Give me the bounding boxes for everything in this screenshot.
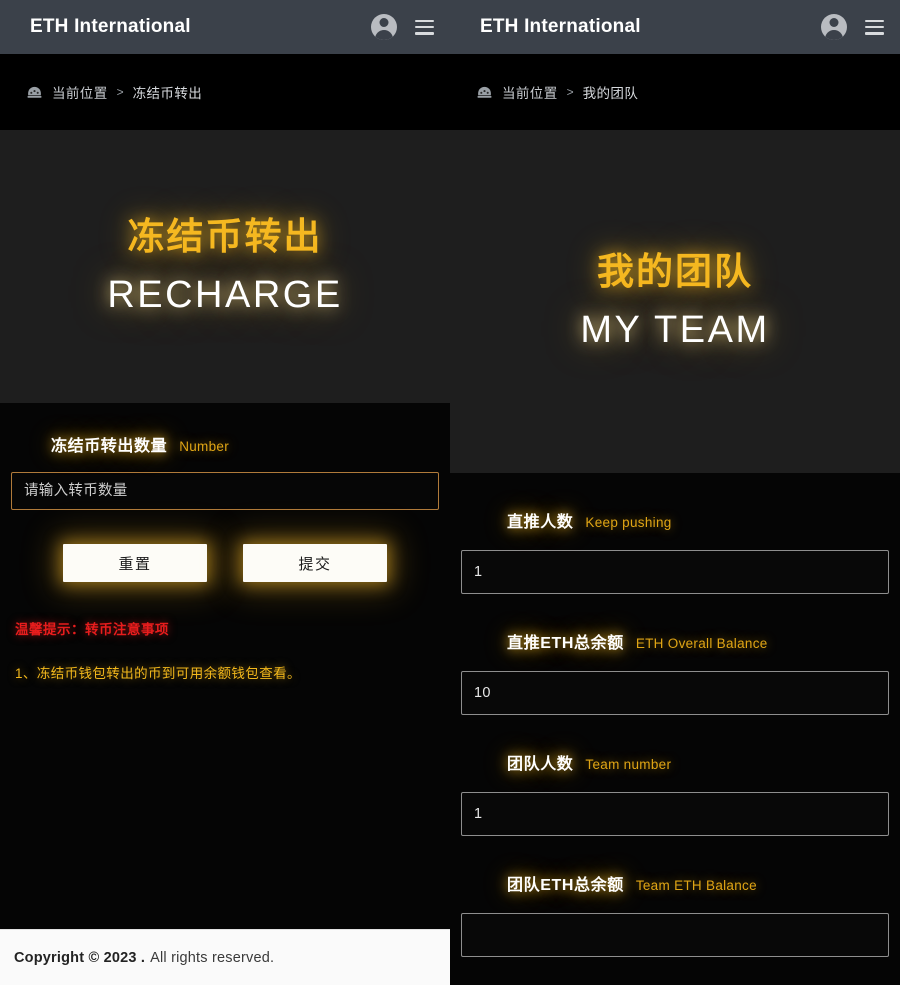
team-eth-balance-label-en: Team ETH Balance bbox=[635, 878, 757, 893]
breadcrumb-separator-right: > bbox=[566, 85, 574, 99]
page-footer: Copyright © 2023 . All rights reserved. bbox=[0, 929, 450, 985]
hero-banner-left: 冻结币转出 RECHARGE bbox=[0, 130, 450, 403]
hamburger-menu-icon[interactable] bbox=[415, 19, 434, 35]
user-avatar-icon[interactable] bbox=[371, 14, 397, 40]
direct-push-eth-balance-field: 直推ETH总余额 ETH Overall Balance bbox=[461, 594, 889, 715]
transfer-amount-input[interactable] bbox=[11, 472, 439, 510]
direct-push-count-input[interactable] bbox=[461, 550, 889, 594]
transfer-amount-label-en: Number bbox=[179, 439, 230, 454]
hero-title-en-left: RECHARGE bbox=[107, 273, 343, 316]
hero-title-cn-left: 冻结币转出 bbox=[127, 215, 323, 257]
team-eth-balance-input[interactable] bbox=[461, 913, 889, 957]
direct-push-count-field: 直推人数 Keep pushing bbox=[461, 473, 889, 594]
transfer-amount-field: 冻结币转出数量 Number bbox=[11, 403, 439, 510]
hero-title-cn-right: 我的团队 bbox=[597, 250, 753, 292]
notice-line-1: 1、冻结币钱包转出的币到可用余额钱包查看。 bbox=[15, 666, 301, 681]
my-team-form: 直推人数 Keep pushing 直推ETH总余额 ETH Overall B… bbox=[450, 473, 900, 957]
app-header-left: ETH International bbox=[0, 0, 450, 54]
direct-push-count-label: 直推人数 Keep pushing bbox=[461, 508, 889, 532]
team-member-count-label-cn: 团队人数 bbox=[507, 756, 574, 773]
hero-title-en-right: MY TEAM bbox=[580, 308, 770, 351]
team-member-count-label-en: Team number bbox=[585, 757, 672, 772]
breadcrumb-root-left[interactable]: 当前位置 bbox=[52, 82, 108, 102]
breadcrumb-left: 当前位置 > 冻结币转出 bbox=[0, 54, 450, 130]
team-eth-balance-label-cn: 团队ETH总余额 bbox=[507, 877, 624, 894]
reset-button[interactable]: 重置 bbox=[63, 544, 207, 582]
direct-push-eth-balance-label: 直推ETH总余额 ETH Overall Balance bbox=[461, 629, 889, 653]
breadcrumb-right: 当前位置 > 我的团队 bbox=[450, 54, 900, 130]
notice-title: 温馨提示：转币注意事项 bbox=[15, 622, 169, 637]
hero-banner-right: 我的团队 MY TEAM bbox=[450, 130, 900, 473]
team-member-count-label: 团队人数 Team number bbox=[461, 750, 889, 774]
transfer-amount-label-cn: 冻结币转出数量 bbox=[51, 438, 168, 455]
direct-push-count-label-en: Keep pushing bbox=[585, 515, 672, 530]
breadcrumb-current-right: 我的团队 bbox=[582, 86, 639, 101]
submit-button[interactable]: 提交 bbox=[243, 544, 387, 582]
direct-push-count-label-cn: 直推人数 bbox=[507, 514, 574, 531]
left-pane-recharge: ETH International 当前位置 > 冻结币转出 冻结币转出 REC… bbox=[0, 0, 450, 985]
user-avatar-icon-right[interactable] bbox=[821, 14, 847, 40]
app-brand-title: ETH International bbox=[30, 16, 191, 37]
team-member-count-input[interactable] bbox=[461, 792, 889, 836]
dual-pane-screenshot: ETH International 当前位置 > 冻结币转出 冻结币转出 REC… bbox=[0, 0, 900, 985]
hamburger-menu-icon-right[interactable] bbox=[865, 19, 884, 35]
form-bottom-spacer bbox=[11, 682, 439, 722]
direct-push-eth-balance-label-en: ETH Overall Balance bbox=[635, 636, 768, 651]
footer-rights: All rights reserved. bbox=[150, 949, 275, 966]
app-brand-title-right: ETH International bbox=[480, 16, 641, 37]
footer-copyright: Copyright © 2023 . bbox=[14, 949, 146, 966]
breadcrumb-current-left: 冻结币转出 bbox=[132, 86, 203, 101]
recharge-form: 冻结币转出数量 Number 重置 提交 温馨提示：转币注意事项 1、冻结币钱包… bbox=[0, 403, 450, 722]
breadcrumb-separator-left: > bbox=[116, 85, 124, 99]
team-eth-balance-field: 团队ETH总余额 Team ETH Balance bbox=[461, 836, 889, 957]
transfer-amount-label: 冻结币转出数量 Number bbox=[11, 432, 439, 456]
dashboard-speedometer-icon-right bbox=[476, 84, 493, 101]
form-button-row: 重置 提交 bbox=[11, 544, 439, 582]
team-eth-balance-label: 团队ETH总余额 Team ETH Balance bbox=[461, 871, 889, 895]
right-pane-my-team: ETH International 当前位置 > 我的团队 我的团队 MY TE… bbox=[450, 0, 900, 985]
direct-push-eth-balance-label-cn: 直推ETH总余额 bbox=[507, 635, 624, 652]
dashboard-speedometer-icon bbox=[26, 84, 43, 101]
team-member-count-field: 团队人数 Team number bbox=[461, 715, 889, 836]
breadcrumb-root-right[interactable]: 当前位置 bbox=[502, 82, 558, 102]
direct-push-eth-balance-input[interactable] bbox=[461, 671, 889, 715]
app-header-right: ETH International bbox=[450, 0, 900, 54]
